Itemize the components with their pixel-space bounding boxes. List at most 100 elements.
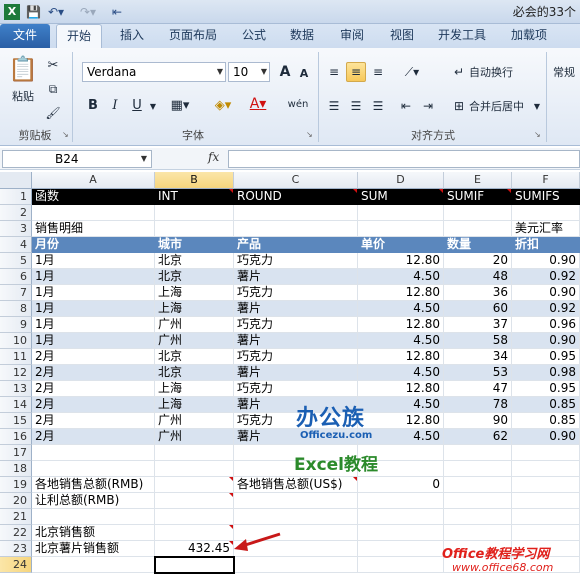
clipboard-launcher-icon[interactable]: ↘ [62,130,69,139]
tab-developer[interactable]: 开发工具 [432,24,492,48]
column-header[interactable]: D [358,172,444,189]
undo-icon[interactable]: ↶▾ [48,4,64,20]
table-cell[interactable]: 广州 [155,413,234,429]
table-cell[interactable]: 巧克力 [234,349,358,365]
row-header[interactable]: 6 [0,269,32,285]
table-cell[interactable]: 0.85 [512,413,580,429]
merge-chevron-icon[interactable]: ▼ [532,100,542,112]
section-title-cell[interactable]: 销售明细 [32,221,155,237]
table-cell[interactable]: 60 [444,301,512,317]
cell[interactable] [444,461,512,477]
cell[interactable] [358,509,444,525]
number-format-combo[interactable]: 常规 [552,62,580,82]
table-cell[interactable]: 上海 [155,301,234,317]
table-cell[interactable]: 1月 [32,269,155,285]
total-usd-label-cell[interactable]: 各地销售总额(US$) [234,477,358,493]
table-cell[interactable]: 上海 [155,381,234,397]
table-cell[interactable]: 12.80 [358,253,444,269]
excel-app-icon[interactable]: X [4,4,20,20]
orientation-icon[interactable]: ⟋▾ [398,62,426,82]
column-header[interactable]: E [444,172,512,189]
cell[interactable] [512,205,580,221]
table-cell[interactable]: 0.90 [512,429,580,445]
table-header-cell[interactable]: 折扣 [512,237,580,253]
cell[interactable] [512,477,580,493]
table-cell[interactable]: 20 [444,253,512,269]
table-cell[interactable]: 4.50 [358,333,444,349]
font-name-combo[interactable]: Verdana ▼ [82,62,226,82]
row-header[interactable]: 4 [0,237,32,253]
row-header[interactable]: 17 [0,445,32,461]
cell[interactable] [155,477,234,493]
formula-input[interactable] [228,150,580,168]
phonetic-guide-button[interactable]: wén [284,94,312,114]
cell[interactable] [444,205,512,221]
table-cell[interactable]: 1月 [32,301,155,317]
table-cell[interactable]: 0.90 [512,333,580,349]
table-cell[interactable]: 上海 [155,397,234,413]
cell[interactable] [444,477,512,493]
table-cell[interactable]: 58 [444,333,512,349]
column-header[interactable]: A [32,172,155,189]
table-cell[interactable]: 2月 [32,413,155,429]
cell[interactable] [32,509,155,525]
table-cell[interactable]: 12.80 [358,349,444,365]
cell[interactable] [444,509,512,525]
cell[interactable] [155,525,234,541]
wrap-text-button[interactable]: 自动换行 [468,62,532,82]
table-cell[interactable]: 12.80 [358,413,444,429]
cell[interactable] [32,557,155,573]
function-header-cell[interactable]: SUMIF [444,189,512,205]
table-cell[interactable]: 0.90 [512,253,580,269]
table-header-cell[interactable]: 数量 [444,237,512,253]
table-cell[interactable]: 北京 [155,365,234,381]
tab-home[interactable]: 开始 [56,24,102,49]
table-header-cell[interactable]: 单价 [358,237,444,253]
table-cell[interactable]: 4.50 [358,365,444,381]
select-all-corner[interactable] [0,172,32,189]
decrease-indent-icon[interactable]: ⇤ [396,96,416,116]
cell[interactable] [444,445,512,461]
row-header[interactable]: 24 [0,557,32,573]
align-bottom-icon[interactable]: ≡ [368,62,388,82]
row-header[interactable]: 16 [0,429,32,445]
font-size-combo[interactable]: 10 ▼ [228,62,270,82]
table-cell[interactable]: 2月 [32,365,155,381]
paste-button[interactable]: 粘贴 [4,88,42,104]
column-header[interactable]: F [512,172,580,189]
table-cell[interactable]: 1月 [32,285,155,301]
tab-file[interactable]: 文件 [0,24,50,48]
alignment-launcher-icon[interactable]: ↘ [534,130,541,139]
table-cell[interactable]: 0.90 [512,285,580,301]
table-header-cell[interactable]: 城市 [155,237,234,253]
table-cell[interactable]: 4.50 [358,269,444,285]
profit-label-cell[interactable]: 让利总额(RMB) [32,493,155,509]
table-cell[interactable]: 广州 [155,333,234,349]
row-header[interactable]: 1 [0,189,32,205]
row-header[interactable]: 5 [0,253,32,269]
row-header[interactable]: 13 [0,381,32,397]
table-cell[interactable]: 薯片 [234,269,358,285]
table-cell[interactable]: 薯片 [234,301,358,317]
cell[interactable] [358,221,444,237]
table-cell[interactable]: 1月 [32,317,155,333]
column-header[interactable]: C [234,172,358,189]
table-cell[interactable]: 37 [444,317,512,333]
table-cell[interactable]: 0.95 [512,349,580,365]
row-header[interactable]: 7 [0,285,32,301]
beijing-chips-label-cell[interactable]: 北京薯片销售额 [32,541,155,557]
table-cell[interactable]: 巧克力 [234,285,358,301]
cell[interactable] [234,205,358,221]
cell[interactable] [444,525,512,541]
table-cell[interactable]: 47 [444,381,512,397]
fill-color-icon[interactable]: ◈▾ [208,96,238,114]
cell[interactable] [155,221,234,237]
align-middle-icon[interactable]: ≡ [346,62,366,82]
row-header[interactable]: 19 [0,477,32,493]
row-header[interactable]: 8 [0,301,32,317]
align-left-icon[interactable]: ☰ [324,96,344,116]
table-cell[interactable]: 0.85 [512,397,580,413]
align-right-icon[interactable]: ☰ [368,96,388,116]
cell[interactable] [155,493,234,509]
save-icon[interactable]: 💾 [26,4,41,20]
